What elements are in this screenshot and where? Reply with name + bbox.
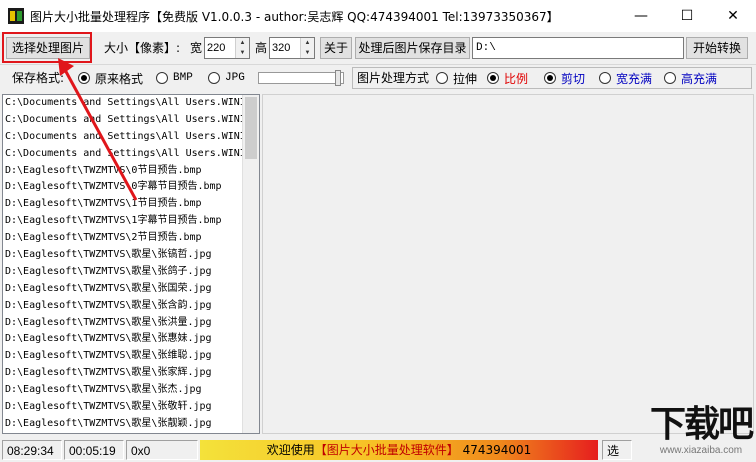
height-value: 320 [272, 42, 291, 54]
file-list[interactable]: C:\Documents and Settings\All Users.WINI… [2, 94, 260, 434]
status-elapsed: 00:05:19 [64, 440, 124, 460]
height-label: 高 [255, 41, 268, 55]
options-bar: 保存格式: 原来格式 BMP JPG 图片处理方式 拉伸 比例 剪切 宽充满 高… [0, 66, 756, 90]
status-hex: 0x0 [126, 440, 198, 460]
save-dir-button[interactable]: 处理后图片保存目录 [355, 37, 470, 59]
method-ratio-radio[interactable]: 比例 [487, 67, 528, 89]
radio-off-icon [664, 72, 676, 84]
list-item[interactable]: D:\Eaglesoft\TWZMTVS\0字幕节目预告.bmp [3, 179, 259, 196]
radio-off-icon [208, 72, 220, 84]
method-label: 图片处理方式 [357, 71, 430, 85]
crop-fill-width-label: 宽充满 [616, 71, 653, 86]
radio-on-icon [487, 72, 499, 84]
method-ratio-label: 比例 [504, 71, 529, 86]
list-item[interactable]: D:\Eaglesoft\TWZMTVS\1字幕节目预告.bmp [3, 213, 259, 230]
maximize-button[interactable]: ☐ [664, 0, 710, 32]
crop-cut-label: 剪切 [561, 71, 586, 86]
scrollbar-thumb[interactable] [245, 97, 257, 159]
toolbar-divider [0, 64, 756, 65]
list-item[interactable]: D:\Eaglesoft\TWZMTVS\歌星\张靓颖.jpg [3, 416, 259, 433]
image-preview [262, 94, 754, 434]
format-jpg-radio[interactable]: JPG [208, 67, 245, 89]
status-bar: 08:29:34 00:05:19 0x0 欢迎使用【图片大小批量处理软件】 4… [0, 438, 756, 462]
radio-on-icon [78, 72, 90, 84]
select-images-button[interactable]: 选择处理图片 [6, 37, 90, 59]
list-item[interactable]: D:\Eaglesoft\TWZMTVS\歌星\张国荣.jpg [3, 281, 259, 298]
crop-fill-height-radio[interactable]: 高充满 [664, 67, 717, 89]
status-clock: 08:29:34 [2, 440, 62, 460]
app-body: 选择处理图片 大小【像素】: 宽 220 ▲ ▼ 高 320 ▲ ▼ 关于 处理后图… [0, 32, 756, 462]
save-dir-input[interactable]: D:\ [472, 37, 684, 59]
title-bar: 图片大小批量处理程序【免费版 V1.0.0.3 - author:吴志辉 QQ:… [0, 0, 756, 32]
crop-fill-width-radio[interactable]: 宽充满 [599, 67, 652, 89]
toolbar: 选择处理图片 大小【像素】: 宽 220 ▲ ▼ 高 320 ▲ ▼ 关于 处理后图… [0, 34, 756, 62]
format-original-label: 原来格式 [95, 71, 144, 86]
status-tail: 选 [602, 440, 632, 460]
format-original-radio[interactable]: 原来格式 [78, 67, 143, 89]
method-stretch-label: 拉伸 [453, 71, 478, 86]
window-controls: — ☐ ✕ [618, 0, 756, 32]
format-jpg-label: JPG [225, 72, 245, 84]
watermark-url: www.xiazaiba.com [659, 445, 743, 456]
spin-arrows-icon[interactable]: ▲ ▼ [235, 38, 249, 58]
close-button[interactable]: ✕ [710, 0, 756, 32]
about-button[interactable]: 关于 [320, 37, 352, 59]
list-item[interactable]: C:\Documents and Settings\All Users.WINI [3, 146, 259, 163]
width-label: 宽 [190, 41, 203, 55]
list-item[interactable]: D:\Eaglesoft\TWZMTVS\歌星\张鸽子.jpg [3, 264, 259, 281]
list-item[interactable]: C:\Documents and Settings\All Users.WINI [3, 95, 259, 112]
list-item[interactable]: D:\Eaglesoft\TWZMTVS\歌星\张镐哲.jpg [3, 247, 259, 264]
list-item[interactable]: D:\Eaglesoft\TWZMTVS\歌星\张洪量.jpg [3, 315, 259, 332]
banner-app-name: 【图片大小批量处理软件】 [314, 443, 459, 457]
window-title: 图片大小批量处理程序【免费版 V1.0.0.3 - author:吴志辉 QQ:… [30, 9, 559, 24]
list-item[interactable]: D:\Eaglesoft\TWZMTVS\歌星\张维聪.jpg [3, 348, 259, 365]
method-stretch-radio[interactable]: 拉伸 [436, 67, 477, 89]
list-item[interactable]: D:\Eaglesoft\TWZMTVS\歌星\张惠妹.jpg [3, 331, 259, 348]
watermark-logo: 下载吧 www.xiazaiba.com [649, 404, 754, 457]
minimize-button[interactable]: — [618, 0, 664, 32]
list-item[interactable]: D:\Eaglesoft\TWZMTVS\2节目预告.bmp [3, 230, 259, 247]
banner-qq: 474394001 [462, 443, 532, 457]
list-item[interactable]: D:\Eaglesoft\TWZMTVS\歌星\张家辉.jpg [3, 365, 259, 382]
welcome-banner: 欢迎使用【图片大小批量处理软件】 474394001 [200, 440, 598, 460]
jpg-quality-slider[interactable] [258, 70, 344, 86]
file-items: C:\Documents and Settings\All Users.WINI… [3, 95, 259, 433]
width-value: 220 [207, 42, 226, 54]
radio-off-icon [156, 72, 168, 84]
list-item[interactable]: D:\Eaglesoft\TWZMTVS\歌星\张敬轩.jpg [3, 399, 259, 416]
list-item[interactable]: D:\Eaglesoft\TWZMTVS\0节目预告.bmp [3, 163, 259, 180]
list-item[interactable]: D:\Eaglesoft\TWZMTVS\歌星\张含韵.jpg [3, 298, 259, 315]
watermark-title: 下载吧 [649, 404, 754, 445]
radio-off-icon [599, 72, 611, 84]
radio-on-icon [544, 72, 556, 84]
list-item[interactable]: D:\Eaglesoft\TWZMTVS\1节目预告.bmp [3, 196, 259, 213]
format-bmp-radio[interactable]: BMP [156, 67, 193, 89]
save-format-label: 保存格式: [12, 71, 65, 85]
list-item[interactable]: C:\Documents and Settings\All Users.WINI [3, 129, 259, 146]
crop-cut-radio[interactable]: 剪切 [544, 67, 585, 89]
width-stepper[interactable]: 220 ▲ ▼ [204, 37, 250, 59]
list-item[interactable]: D:\Eaglesoft\TWZMTVS\歌星\张杰.jpg [3, 382, 259, 399]
height-stepper[interactable]: 320 ▲ ▼ [269, 37, 315, 59]
start-convert-button[interactable]: 开始转换 [686, 37, 748, 59]
spin-arrows-icon[interactable]: ▲ ▼ [300, 38, 314, 58]
app-icon [8, 8, 24, 24]
banner-prefix: 欢迎使用 [266, 443, 315, 457]
list-item[interactable]: C:\Documents and Settings\All Users.WINI [3, 112, 259, 129]
slider-thumb[interactable] [335, 70, 341, 86]
crop-fill-height-label: 高充满 [681, 71, 718, 86]
format-bmp-label: BMP [173, 72, 193, 84]
size-label: 大小【像素】: [104, 41, 181, 55]
file-list-scrollbar[interactable] [242, 95, 259, 433]
radio-off-icon [436, 72, 448, 84]
